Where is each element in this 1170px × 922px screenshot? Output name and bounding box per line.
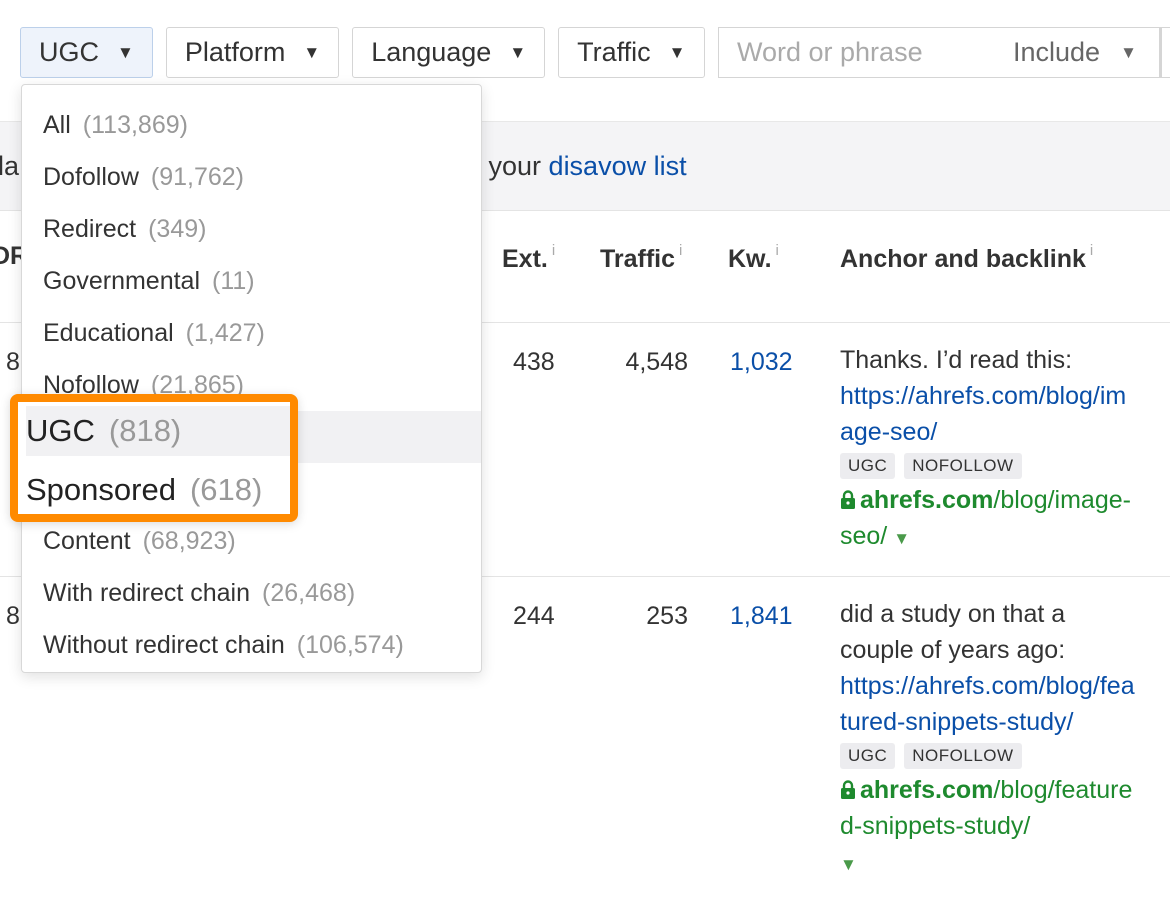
lock-icon bbox=[841, 490, 855, 509]
caret-down-icon: ▼ bbox=[117, 42, 134, 62]
dropdown-item-educational[interactable]: Educational (1,427) bbox=[22, 307, 481, 359]
item-count: (818) bbox=[108, 413, 182, 448]
anchor-backlink-cell: Thanks. I’d read this: https://ahrefs.co… bbox=[840, 342, 1140, 557]
dropdown-item-dofollow[interactable]: Dofollow (91,762) bbox=[22, 151, 481, 203]
filter-platform-dropdown[interactable]: Platform ▼ bbox=[165, 27, 340, 78]
anchor-text: Thanks. I’d read this: bbox=[840, 346, 1073, 374]
search-box: Include ▼ bbox=[718, 27, 1160, 78]
dropdown-item-without-redirect-chain[interactable]: Without redirect chain (106,574) bbox=[22, 619, 481, 671]
search-mode-dropdown[interactable]: Include ▼ bbox=[1013, 37, 1137, 68]
anchor-link[interactable]: https://ahrefs.com/blog/featured-snippet… bbox=[840, 668, 1140, 740]
dropdown-item-with-redirect-chain[interactable]: With redirect chain (26,468) bbox=[22, 567, 481, 619]
item-count: (26,468) bbox=[262, 578, 356, 607]
highlighted-item-sponsored[interactable]: Sponsored (618) bbox=[26, 472, 262, 508]
info-icon[interactable]: i bbox=[776, 242, 779, 259]
filter-traffic-dropdown[interactable]: Traffic ▼ bbox=[558, 27, 705, 78]
filter-label: Traffic bbox=[577, 37, 651, 67]
dr-value: 8 bbox=[6, 602, 20, 630]
anchor-text: did a study on that a couple of years ag… bbox=[840, 600, 1066, 664]
highlight-callout: UGC (818) Sponsored (618) bbox=[10, 394, 298, 522]
dropdown-item-content[interactable]: Content (68,923) bbox=[22, 515, 481, 567]
dr-value: 8 bbox=[6, 348, 20, 376]
dropdown-item-all[interactable]: All (113,869) bbox=[22, 99, 481, 151]
tag-badge: UGC bbox=[840, 453, 896, 479]
item-count: (618) bbox=[189, 472, 263, 507]
disavow-list-link[interactable]: disavow list bbox=[549, 151, 687, 181]
info-icon[interactable]: i bbox=[552, 242, 555, 259]
caret-down-icon: ▼ bbox=[668, 42, 686, 62]
tag-badge: NOFOLLOW bbox=[904, 743, 1022, 769]
next-control-edge bbox=[1160, 27, 1170, 78]
expand-triangle-icon[interactable]: ▼ bbox=[893, 529, 910, 548]
caret-down-icon: ▼ bbox=[303, 42, 321, 62]
anchor-link[interactable]: https://ahrefs.com/blog/image-seo/ bbox=[840, 378, 1140, 450]
notice-text-fragment: ila bbox=[0, 151, 20, 181]
dropdown-item-redirect[interactable]: Redirect (349) bbox=[22, 203, 481, 255]
target-url[interactable]: ahrefs.com/blog/featured-snippets-study/… bbox=[840, 772, 1140, 883]
target-domain: ahrefs.com bbox=[860, 486, 994, 514]
filter-language-dropdown[interactable]: Language ▼ bbox=[352, 27, 546, 78]
tag-badge: UGC bbox=[840, 743, 896, 769]
info-icon[interactable]: i bbox=[679, 242, 682, 259]
search-mode-label: Include bbox=[1013, 37, 1101, 67]
info-icon[interactable]: i bbox=[1090, 242, 1093, 259]
column-header-ext[interactable]: Ext. i bbox=[502, 242, 555, 274]
highlighted-item-ugc[interactable]: UGC (818) bbox=[26, 406, 290, 456]
item-count: (113,869) bbox=[82, 110, 188, 139]
link-tags: UGC NOFOLLOW bbox=[840, 743, 1140, 769]
item-count: (91,762) bbox=[150, 162, 244, 191]
traffic-value: 253 bbox=[646, 602, 688, 630]
traffic-value: 4,548 bbox=[625, 348, 688, 376]
target-url[interactable]: ahrefs.com/blog/image-seo/▼ bbox=[840, 482, 1140, 557]
tag-badge: NOFOLLOW bbox=[904, 453, 1022, 479]
column-header-kw[interactable]: Kw. i bbox=[728, 242, 779, 274]
item-count: (11) bbox=[212, 266, 255, 295]
target-domain: ahrefs.com bbox=[860, 776, 994, 804]
kw-value-link[interactable]: 1,032 bbox=[730, 348, 793, 376]
item-count: (1,427) bbox=[185, 318, 265, 347]
expand-triangle-icon[interactable]: ▼ bbox=[840, 855, 857, 874]
lock-icon bbox=[841, 780, 855, 799]
filter-label: UGC bbox=[39, 37, 99, 67]
ext-value: 244 bbox=[513, 602, 555, 630]
item-count: (68,923) bbox=[142, 526, 236, 555]
ext-value: 438 bbox=[513, 348, 555, 376]
filter-label: Platform bbox=[184, 37, 286, 67]
column-header-anchor-backlink[interactable]: Anchor and backlink i bbox=[840, 242, 1093, 274]
kw-value-link[interactable]: 1,841 bbox=[730, 602, 793, 630]
link-type-dropdown-menu: All (113,869) Dofollow (91,762) Redirect (3… bbox=[21, 84, 482, 673]
anchor-backlink-cell: did a study on that a couple of years ag… bbox=[840, 596, 1140, 883]
caret-down-icon: ▼ bbox=[1120, 42, 1137, 62]
filter-link-type-dropdown[interactable]: UGC ▼ bbox=[20, 27, 153, 78]
search-input[interactable] bbox=[719, 37, 989, 68]
item-count: (349) bbox=[148, 214, 207, 243]
caret-down-icon: ▼ bbox=[509, 42, 527, 62]
filter-label: Language bbox=[371, 37, 492, 67]
filter-bar: UGC ▼ Platform ▼ Language ▼ Traffic ▼ bbox=[20, 27, 705, 78]
item-count: (106,574) bbox=[296, 630, 404, 659]
dropdown-item-governmental[interactable]: Governmental (11) bbox=[22, 255, 481, 307]
column-header-traffic[interactable]: Traffic i bbox=[600, 242, 682, 274]
link-tags: UGC NOFOLLOW bbox=[840, 453, 1140, 479]
